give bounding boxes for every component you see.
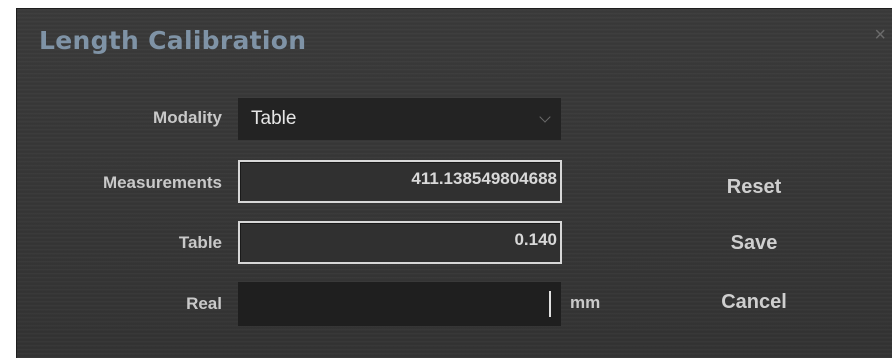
real-input[interactable] bbox=[238, 282, 561, 326]
length-calibration-dialog: Length Calibration × Modality Table Meas… bbox=[16, 8, 892, 358]
table-label: Table bbox=[178, 233, 222, 252]
measurements-value: 411.138549804688 bbox=[411, 169, 557, 188]
reset-button[interactable]: Reset bbox=[699, 169, 809, 205]
modality-label: Modality bbox=[153, 108, 222, 127]
table-field[interactable]: 0.140 bbox=[238, 221, 562, 264]
text-caret bbox=[549, 291, 551, 317]
save-button[interactable]: Save bbox=[699, 225, 809, 261]
cancel-button[interactable]: Cancel bbox=[699, 284, 809, 320]
chevron-down-icon bbox=[539, 111, 551, 123]
dialog-title: Length Calibration bbox=[39, 26, 307, 55]
table-value: 0.140 bbox=[514, 230, 557, 249]
modality-selected-value: Table bbox=[251, 108, 297, 129]
modality-select[interactable]: Table bbox=[238, 98, 561, 140]
real-unit: mm bbox=[570, 293, 601, 312]
real-label: Real bbox=[186, 294, 222, 313]
measurements-label: Measurements bbox=[102, 173, 222, 192]
measurements-field[interactable]: 411.138549804688 bbox=[238, 160, 562, 203]
close-icon[interactable]: × bbox=[874, 25, 886, 45]
